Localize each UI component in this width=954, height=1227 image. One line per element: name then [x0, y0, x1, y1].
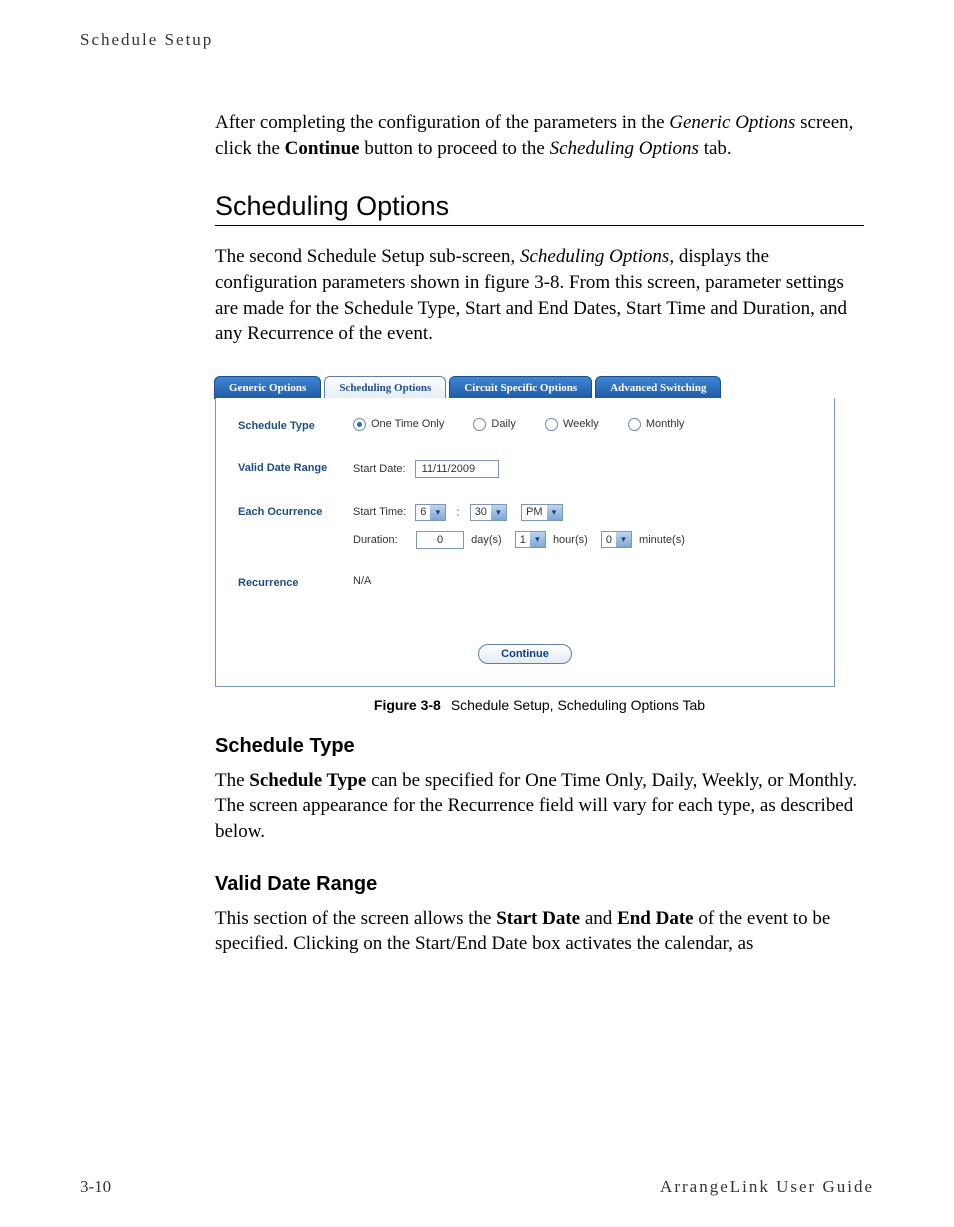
- figure-caption: Figure 3-8 Schedule Setup, Scheduling Opt…: [215, 697, 864, 713]
- vdr-text-2: and: [580, 908, 617, 929]
- section-italic-scheduling-options: Scheduling Options: [520, 246, 669, 267]
- unit-hours: hour(s): [553, 534, 588, 546]
- radio-monthly[interactable]: Monthly: [628, 418, 685, 431]
- intro-paragraph: After completing the configuration of th…: [215, 110, 864, 161]
- intro-text-3: button to proceed to the: [360, 138, 550, 159]
- radio-dot-icon: [628, 418, 641, 431]
- footer-page-number: 3-10: [80, 1177, 111, 1197]
- para-schedule-type: The Schedule Type can be specified for O…: [215, 768, 864, 845]
- label-valid-date-range: Valid Date Range: [238, 460, 353, 474]
- select-value-hour: 6: [420, 506, 426, 518]
- select-start-hour[interactable]: 6 ▾: [415, 504, 446, 521]
- label-recurrence: Recurrence: [238, 575, 353, 589]
- chevron-down-icon: ▾: [616, 532, 631, 547]
- label-start-date: Start Date:: [353, 463, 406, 475]
- select-start-minute[interactable]: 30 ▾: [470, 504, 507, 521]
- time-colon: :: [457, 506, 460, 518]
- section-text-1: The second Schedule Setup sub-screen,: [215, 246, 520, 267]
- radio-daily[interactable]: Daily: [473, 418, 515, 431]
- select-duration-hours[interactable]: 1 ▾: [515, 531, 546, 548]
- row-each-occurrence: Each Ocurrence Start Time: 6 ▾ :: [238, 504, 812, 549]
- chevron-down-icon: ▾: [530, 532, 545, 547]
- figure-caption-text: Schedule Setup, Scheduling Options Tab: [451, 697, 705, 713]
- label-each-occurrence: Each Ocurrence: [238, 504, 353, 518]
- input-duration-days[interactable]: 0: [416, 531, 464, 549]
- radio-dot-icon: [545, 418, 558, 431]
- continue-button[interactable]: Continue: [478, 644, 572, 664]
- vdr-bold-start: Start Date: [496, 908, 580, 929]
- intro-italic-scheduling-options: Scheduling Options: [550, 138, 699, 159]
- chevron-down-icon: ▾: [430, 505, 445, 520]
- screenshot-panel: Schedule Type One Time Only Daily: [215, 398, 835, 687]
- radio-label-monthly: Monthly: [646, 418, 685, 430]
- radio-one-time-only[interactable]: One Time Only: [353, 418, 444, 431]
- tab-circuit-specific-options[interactable]: Circuit Specific Options: [449, 376, 592, 399]
- section-title-scheduling-options: Scheduling Options: [215, 191, 864, 222]
- intro-text-1: After completing the configuration of th…: [215, 112, 669, 133]
- select-value-minutes: 0: [606, 534, 612, 546]
- input-start-date[interactable]: 11/11/2009: [415, 460, 499, 478]
- intro-italic-generic-options: Generic Options: [669, 112, 795, 133]
- label-schedule-type: Schedule Type: [238, 418, 353, 432]
- chevron-down-icon: ▾: [491, 505, 506, 520]
- select-duration-minutes[interactable]: 0 ▾: [601, 531, 632, 548]
- radio-label-weekly: Weekly: [563, 418, 599, 430]
- figure-number: Figure 3-8: [374, 697, 441, 713]
- vdr-text-1: This section of the screen allows the: [215, 908, 496, 929]
- subhead-valid-date-range: Valid Date Range: [215, 873, 864, 896]
- para-valid-date-range: This section of the screen allows the St…: [215, 906, 864, 957]
- chevron-down-icon: ▾: [547, 505, 562, 520]
- section-rule: [215, 225, 864, 226]
- radio-dot-icon: [473, 418, 486, 431]
- subhead-schedule-type: Schedule Type: [215, 735, 864, 758]
- select-value-minute: 30: [475, 506, 487, 518]
- st-bold: Schedule Type: [249, 770, 366, 791]
- unit-days: day(s): [471, 534, 502, 546]
- label-duration: Duration:: [353, 534, 407, 546]
- tab-scheduling-options[interactable]: Scheduling Options: [324, 376, 446, 399]
- row-schedule-type: Schedule Type One Time Only Daily: [238, 418, 812, 434]
- select-value-ampm: PM: [526, 506, 543, 518]
- page-footer: 3-10 ArrangeLink User Guide: [80, 1177, 874, 1197]
- tab-advanced-switching[interactable]: Advanced Switching: [595, 376, 721, 399]
- radio-label-one-time: One Time Only: [371, 418, 444, 430]
- st-text-1: The: [215, 770, 249, 791]
- intro-text-4: tab.: [699, 138, 732, 159]
- footer-guide-title: ArrangeLink User Guide: [660, 1177, 874, 1197]
- figure-screenshot-wrap: Generic Options Scheduling Options Circu…: [215, 375, 864, 713]
- radio-dot-icon: [353, 418, 366, 431]
- tab-generic-options[interactable]: Generic Options: [214, 376, 321, 399]
- vdr-bold-end: End Date: [617, 908, 694, 929]
- radio-label-daily: Daily: [491, 418, 515, 430]
- select-am-pm[interactable]: PM ▾: [521, 504, 563, 521]
- unit-minutes: minute(s): [639, 534, 685, 546]
- radio-weekly[interactable]: Weekly: [545, 418, 599, 431]
- select-value-hours: 1: [520, 534, 526, 546]
- row-valid-date-range: Valid Date Range Start Date: 11/11/2009: [238, 460, 812, 478]
- row-recurrence: Recurrence N/A: [238, 575, 812, 589]
- label-start-time: Start Time:: [353, 506, 406, 518]
- intro-bold-continue: Continue: [285, 138, 360, 159]
- running-header: Schedule Setup: [80, 30, 874, 50]
- section-paragraph: The second Schedule Setup sub-screen, Sc…: [215, 244, 864, 347]
- value-recurrence: N/A: [353, 575, 371, 587]
- tabs-row: Generic Options Scheduling Options Circu…: [214, 375, 836, 398]
